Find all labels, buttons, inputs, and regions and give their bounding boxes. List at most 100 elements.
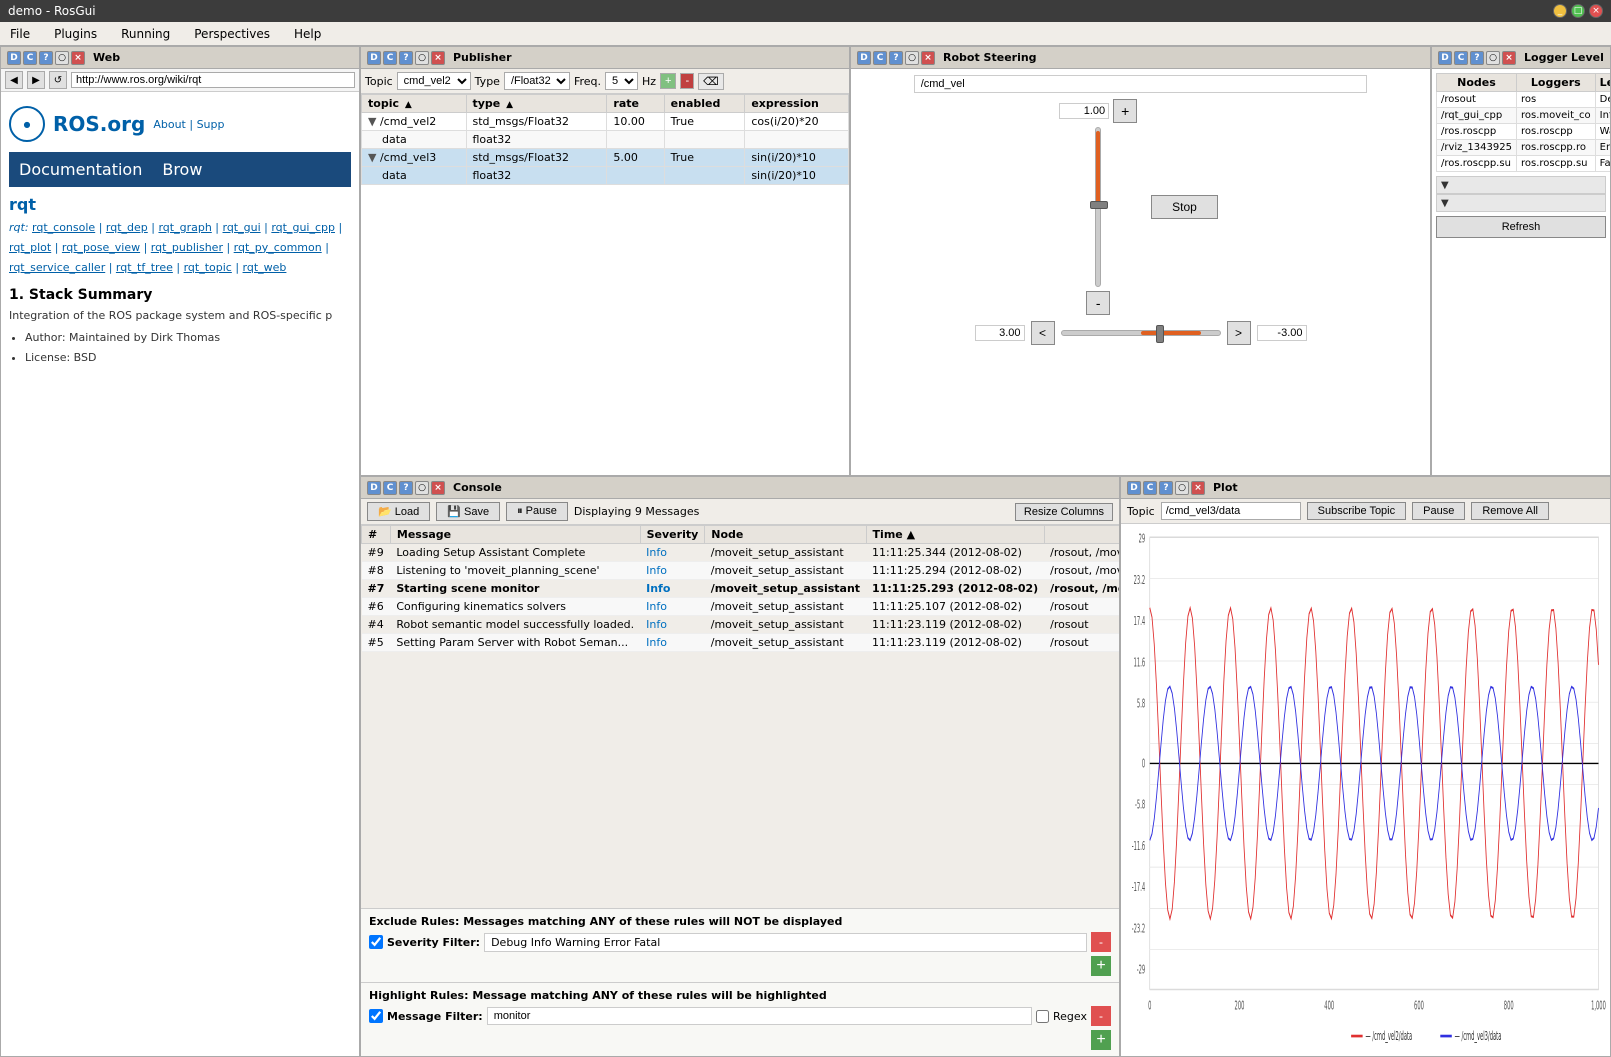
h-value-input[interactable]: 3.00: [975, 325, 1025, 341]
link-rqt-tf-tree[interactable]: rqt_tf_tree: [116, 261, 173, 274]
regex-checkbox[interactable]: [1036, 1010, 1049, 1023]
stop-button[interactable]: Stop: [1151, 195, 1218, 219]
maximize-button[interactable]: □: [1571, 4, 1585, 18]
type-select[interactable]: /Float32: [504, 72, 570, 90]
remove-publisher-btn[interactable]: -: [680, 73, 694, 89]
col-enabled[interactable]: enabled: [664, 95, 745, 113]
link-rqt-pose-view[interactable]: rqt_pose_view: [62, 241, 140, 254]
h-right-btn[interactable]: >: [1227, 321, 1251, 345]
web-panel-icon-c[interactable]: C: [23, 51, 37, 65]
refresh-button[interactable]: Refresh: [1436, 216, 1606, 238]
col-rate[interactable]: rate: [607, 95, 664, 113]
menu-running[interactable]: Running: [115, 25, 176, 43]
link-rqt-gui-cpp[interactable]: rqt_gui_cpp: [271, 221, 335, 234]
link-rqt-web[interactable]: rqt_web: [243, 261, 287, 274]
minimize-button[interactable]: _: [1553, 4, 1567, 18]
cons-close[interactable]: ×: [431, 481, 445, 495]
ros-about-link[interactable]: About | Supp: [153, 118, 224, 131]
pub-close[interactable]: ×: [431, 51, 445, 65]
h-slider-thumb[interactable]: [1156, 325, 1164, 343]
steer-icon-c[interactable]: C: [873, 51, 887, 65]
freq-select[interactable]: 5: [605, 72, 638, 90]
v-value-input[interactable]: 1.00: [1059, 103, 1109, 119]
menu-file[interactable]: File: [4, 25, 36, 43]
cons-icon-o[interactable]: ○: [415, 481, 429, 495]
cons-icon-c[interactable]: C: [383, 481, 397, 495]
h-neg-value[interactable]: -3.00: [1257, 325, 1307, 341]
col-num[interactable]: #: [362, 526, 391, 544]
message-filter-delete[interactable]: -: [1091, 1006, 1111, 1026]
severity-filter-delete[interactable]: -: [1091, 932, 1111, 952]
link-rqt-console[interactable]: rqt_console: [32, 221, 95, 234]
steer-icon-q[interactable]: ?: [889, 51, 903, 65]
col-message[interactable]: Message: [390, 526, 640, 544]
plot-icon-q[interactable]: ?: [1159, 481, 1173, 495]
remove-all-button[interactable]: Remove All: [1471, 502, 1549, 520]
v-slider-thumb[interactable]: [1090, 201, 1108, 209]
link-rqt-graph[interactable]: rqt_graph: [158, 221, 211, 234]
nav-forward[interactable]: ▶: [27, 71, 45, 89]
link-rqt-plot[interactable]: rqt_plot: [9, 241, 51, 254]
log-icon-o[interactable]: ○: [1486, 51, 1500, 65]
col-node[interactable]: Node: [705, 526, 866, 544]
h-left-btn[interactable]: <: [1031, 321, 1055, 345]
resize-cols-button[interactable]: Resize Columns: [1015, 503, 1113, 521]
topic-select[interactable]: cmd_vel2: [397, 72, 471, 90]
menu-plugins[interactable]: Plugins: [48, 25, 103, 43]
v-minus-btn[interactable]: -: [1086, 291, 1110, 315]
link-rqt-service-caller[interactable]: rqt_service_caller: [9, 261, 105, 274]
add-exclude-rule[interactable]: +: [1091, 956, 1111, 976]
plot-icon-c[interactable]: C: [1143, 481, 1157, 495]
subscribe-topic-button[interactable]: Subscribe Topic: [1307, 502, 1406, 520]
menu-help[interactable]: Help: [288, 25, 327, 43]
close-button[interactable]: ×: [1589, 4, 1603, 18]
col-expression[interactable]: expression: [745, 95, 849, 113]
add-highlight-rule[interactable]: +: [1091, 1030, 1111, 1050]
steer-icon-o[interactable]: ○: [905, 51, 919, 65]
pause-button[interactable]: ⏸ Pause: [506, 502, 568, 521]
severity-filter-checkbox[interactable]: [369, 935, 383, 949]
link-rqt-py-common[interactable]: rqt_py_common: [234, 241, 322, 254]
steer-icon-d[interactable]: D: [857, 51, 871, 65]
web-panel-close[interactable]: ×: [71, 51, 85, 65]
web-panel-icon-d[interactable]: D: [7, 51, 21, 65]
load-button[interactable]: 📂 Load: [367, 502, 430, 521]
steering-topic-input[interactable]: [914, 75, 1368, 93]
pub-icon-o[interactable]: ○: [415, 51, 429, 65]
nav-back[interactable]: ◀: [5, 71, 23, 89]
save-button[interactable]: 💾 Save: [436, 502, 500, 521]
log-icon-c[interactable]: C: [1454, 51, 1468, 65]
logger-combo-1[interactable]: ▼: [1436, 176, 1606, 194]
pub-icon-q[interactable]: ?: [399, 51, 413, 65]
log-icon-d[interactable]: D: [1438, 51, 1452, 65]
link-rqt-topic[interactable]: rqt_topic: [184, 261, 232, 274]
url-input[interactable]: [71, 72, 355, 88]
add-publisher-btn[interactable]: +: [660, 73, 676, 89]
v-plus-btn[interactable]: +: [1113, 99, 1137, 123]
plot-close[interactable]: ×: [1191, 481, 1205, 495]
link-rqt-publisher[interactable]: rqt_publisher: [151, 241, 223, 254]
plot-icon-o[interactable]: ○: [1175, 481, 1189, 495]
pub-icon-c[interactable]: C: [383, 51, 397, 65]
log-icon-q[interactable]: ?: [1470, 51, 1484, 65]
link-rqt-gui[interactable]: rqt_gui: [223, 221, 261, 234]
link-rqt-dep[interactable]: rqt_dep: [106, 221, 148, 234]
plot-topic-input[interactable]: [1161, 502, 1301, 520]
plot-icon-d[interactable]: D: [1127, 481, 1141, 495]
logger-combo-2[interactable]: ▼: [1436, 194, 1606, 212]
col-severity[interactable]: Severity: [640, 526, 705, 544]
log-close[interactable]: ×: [1502, 51, 1516, 65]
menu-perspectives[interactable]: Perspectives: [188, 25, 276, 43]
message-filter-checkbox[interactable]: [369, 1009, 383, 1023]
plot-pause-button[interactable]: Pause: [1412, 502, 1465, 520]
steer-close[interactable]: ×: [921, 51, 935, 65]
nav-refresh[interactable]: ↺: [49, 71, 67, 89]
web-panel-icon-o[interactable]: ○: [55, 51, 69, 65]
col-time[interactable]: Time ▲: [866, 526, 1044, 544]
cons-icon-q[interactable]: ?: [399, 481, 413, 495]
clear-publisher-btn[interactable]: ⌫: [698, 73, 724, 90]
pub-icon-d[interactable]: D: [367, 51, 381, 65]
web-panel-icon-q[interactable]: ?: [39, 51, 53, 65]
message-filter-input[interactable]: [487, 1007, 1032, 1025]
col-topic[interactable]: topic ▲: [362, 95, 467, 113]
